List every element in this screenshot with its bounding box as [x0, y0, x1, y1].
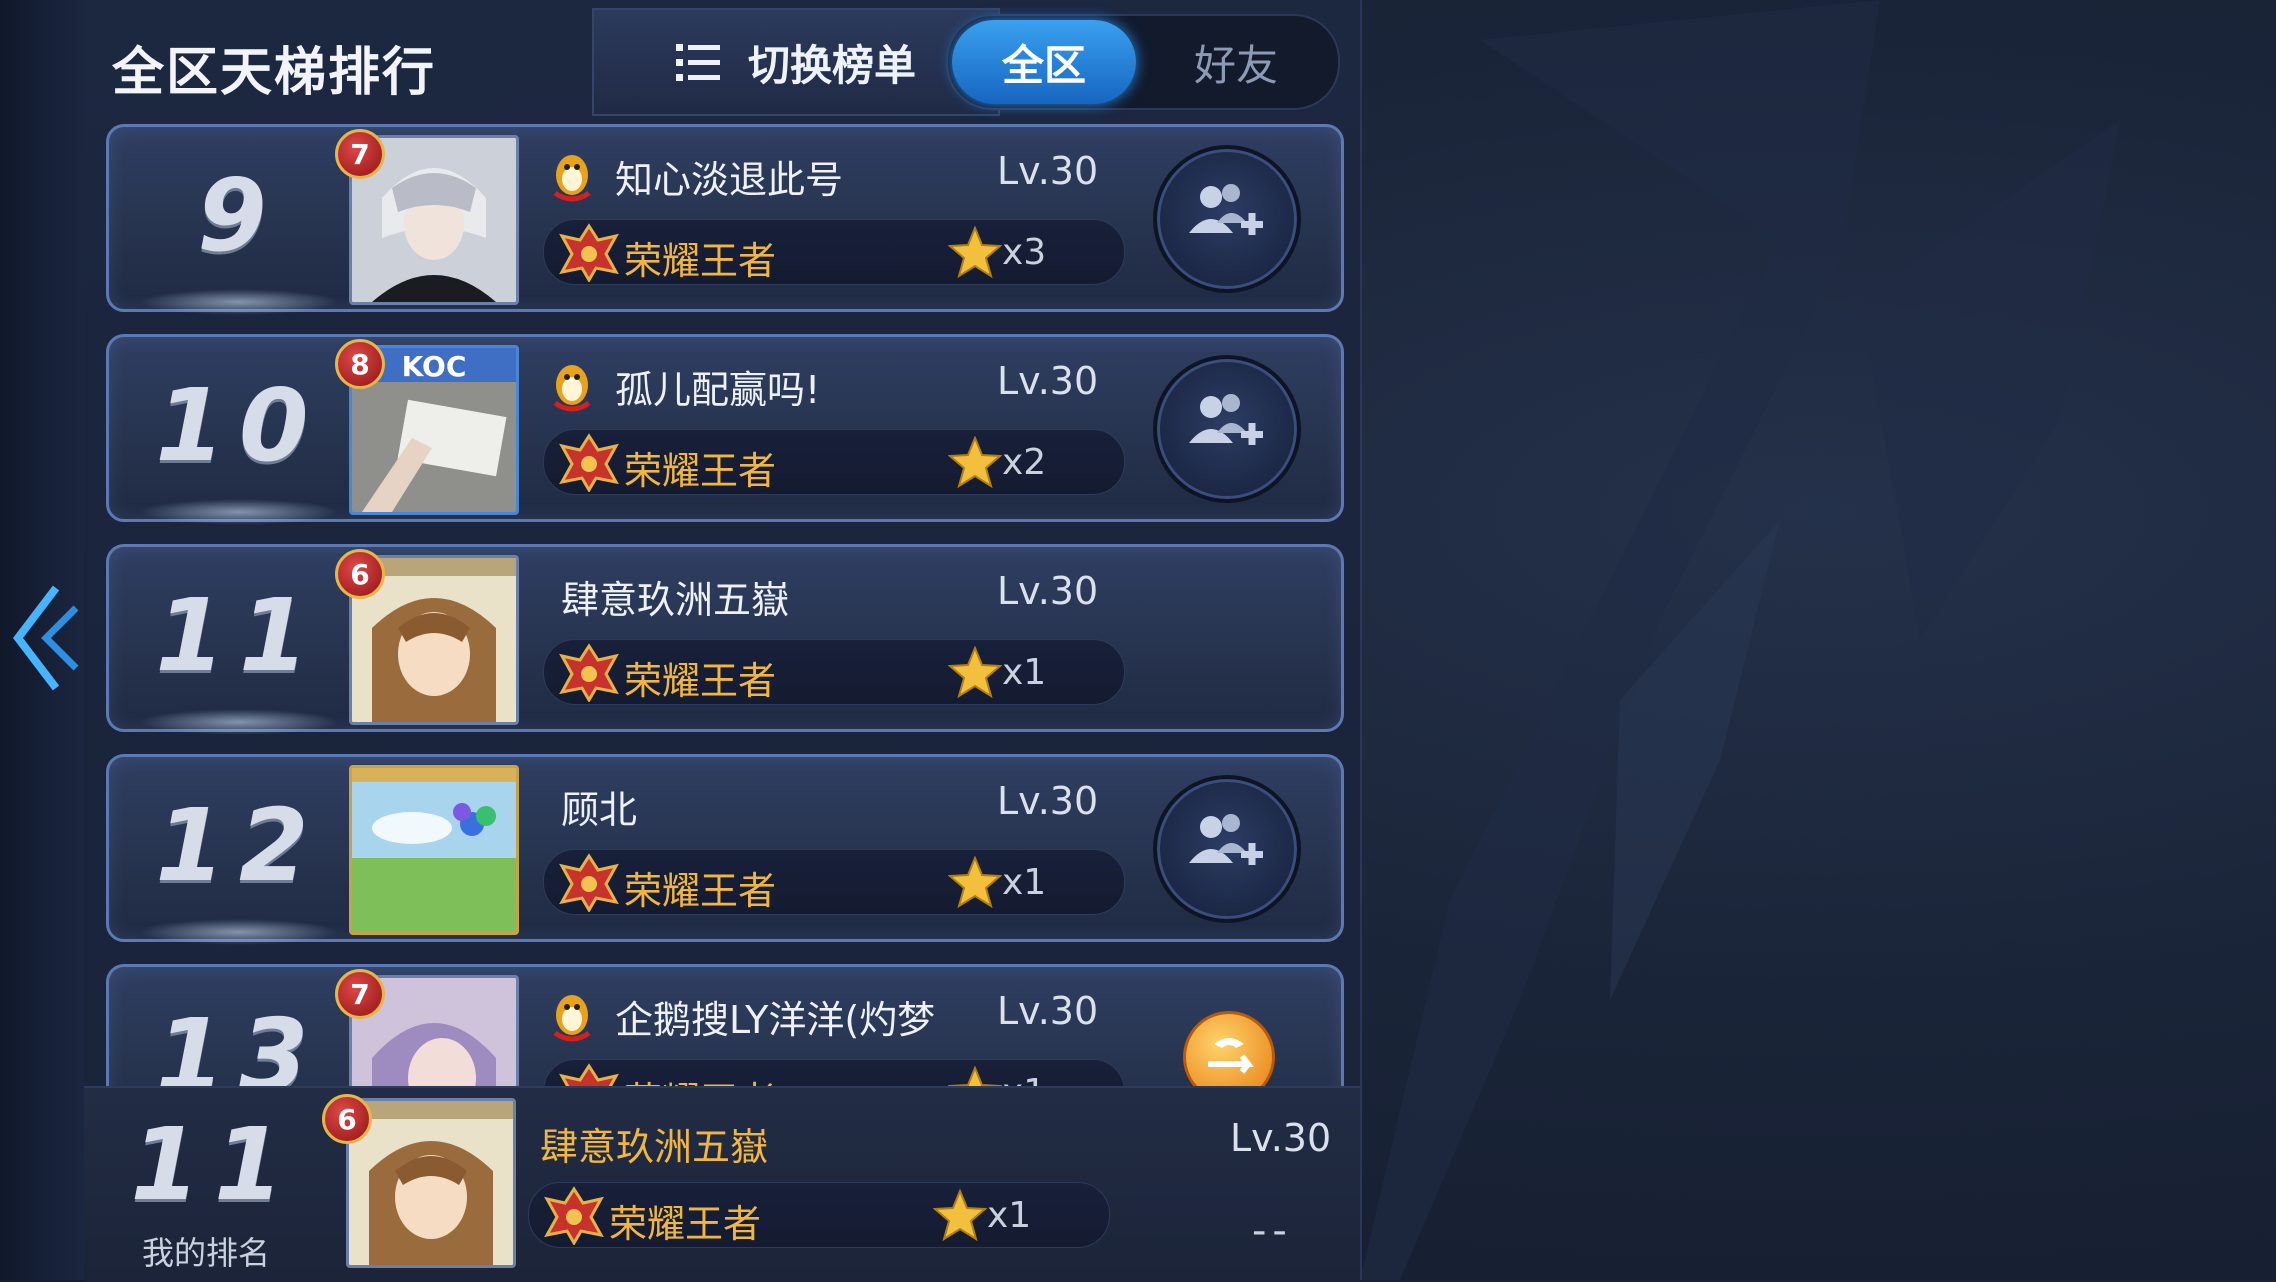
- rank-glow: [139, 919, 339, 945]
- avatar[interactable]: [349, 765, 519, 935]
- add-friend-button[interactable]: [1153, 775, 1301, 923]
- player-name: 顾北: [561, 788, 638, 832]
- scope-toggle: 全区 好友: [946, 14, 1340, 110]
- background-decoration: [1360, 0, 2120, 1280]
- rank-glow: [139, 499, 339, 525]
- tier-pill: 荣耀王者 x1: [543, 1059, 1125, 1086]
- tier-crest-icon: [559, 1063, 619, 1086]
- level-badge: 7: [335, 129, 385, 179]
- ranking-row[interactable]: 13 7 企鹅搜LY洋洋(灼梦 Lv.30: [106, 964, 1344, 1086]
- rank-number: 11: [155, 577, 323, 694]
- tier-pill: 荣耀王者 x1: [543, 639, 1125, 705]
- switch-list-label: 切换榜单: [747, 40, 916, 90]
- rank-number: 12: [155, 787, 323, 904]
- my-rank-bar: 11 我的排名 6 肆意玖洲五嶽 Lv.30 荣耀王者 x1 --: [84, 1086, 1360, 1282]
- player-level: Lv.30: [997, 149, 1099, 193]
- my-rank-number: 11: [130, 1106, 298, 1223]
- tier-pill: 荣耀王者 x3: [543, 219, 1125, 285]
- qq-icon: [553, 365, 591, 412]
- star-count: x3: [1002, 232, 1047, 273]
- gift-button[interactable]: [1183, 1011, 1275, 1086]
- rank-glow: [139, 289, 339, 315]
- add-friend-button[interactable]: [1153, 355, 1301, 503]
- tier-crest-icon: [559, 643, 619, 702]
- add-friend-icon: [1189, 394, 1263, 445]
- player-level: Lv.30: [997, 569, 1099, 613]
- ranking-list[interactable]: 9 7 知心淡退此号 Lv.30 荣耀王者 x3 10 8 KOC 孤儿配赢吗!…: [84, 124, 1360, 1086]
- player-name: 知心淡退此号: [615, 158, 844, 202]
- my-player-name: 肆意玖洲五嶽: [540, 1125, 769, 1169]
- tier-name: 荣耀王者: [624, 659, 777, 703]
- rank-glow: [139, 709, 339, 735]
- level-badge: 7: [335, 969, 385, 1019]
- star-icon: [948, 856, 1002, 908]
- tier-pill: 荣耀王者 x1: [528, 1182, 1110, 1248]
- tier-name: 荣耀王者: [624, 449, 777, 493]
- tier-crest-icon: [544, 1186, 604, 1245]
- tab-friends[interactable]: 好友: [1144, 20, 1328, 104]
- player-level: Lv.30: [997, 989, 1099, 1033]
- player-name: 孤儿配赢吗!: [615, 368, 821, 412]
- rank-number: 9: [197, 157, 281, 274]
- level-badge: 6: [335, 549, 385, 599]
- tier-pill: 荣耀王者 x1: [543, 849, 1125, 915]
- tier-name: 荣耀王者: [609, 1202, 762, 1246]
- star-count: x2: [1002, 442, 1047, 483]
- add-friend-button[interactable]: [1153, 145, 1301, 293]
- my-player-level: Lv.30: [1230, 1116, 1332, 1160]
- star-count: x1: [1002, 862, 1047, 903]
- gift-arrow-icon: [1208, 1038, 1254, 1074]
- tier-name: 荣耀王者: [624, 869, 777, 913]
- player-name: 企鹅搜LY洋洋(灼梦: [615, 998, 936, 1042]
- back-chevron-icon[interactable]: [10, 578, 80, 698]
- star-icon: [948, 646, 1002, 698]
- level-badge: 8: [335, 339, 385, 389]
- star-icon: [948, 436, 1002, 488]
- ranking-row[interactable]: 9 7 知心淡退此号 Lv.30 荣耀王者 x3: [106, 124, 1344, 315]
- ranking-row[interactable]: 11 6 肆意玖洲五嶽 Lv.30 荣耀王者 x1: [106, 544, 1344, 735]
- tier-crest-icon: [559, 223, 619, 282]
- tier-pill: 荣耀王者 x2: [543, 429, 1125, 495]
- my-rank-label: 我的排名: [142, 1234, 271, 1272]
- player-level: Lv.30: [997, 359, 1099, 403]
- star-count: x1: [1002, 1072, 1046, 1086]
- tier-name: 荣耀王者: [624, 1070, 776, 1086]
- ranking-row[interactable]: 12 顾北 Lv.30 荣耀王者 x1: [106, 754, 1344, 945]
- player-level: Lv.30: [997, 779, 1099, 823]
- qq-icon: [553, 155, 591, 202]
- rank-number: 10: [155, 367, 323, 484]
- star-count: x1: [987, 1195, 1032, 1236]
- qq-icon: [553, 995, 591, 1042]
- list-icon: [675, 44, 720, 81]
- add-friend-icon: [1189, 184, 1263, 235]
- ranking-row[interactable]: 10 8 KOC 孤儿配赢吗! Lv.30 荣耀王者 x2: [106, 334, 1344, 525]
- svg-text:KOC: KOC: [402, 350, 467, 383]
- star-count: x1: [1002, 652, 1047, 693]
- star-icon: [933, 1189, 987, 1241]
- star-icon: [948, 226, 1002, 278]
- star-icon: [948, 1066, 1002, 1086]
- level-badge: 6: [322, 1094, 372, 1144]
- player-name: 肆意玖洲五嶽: [561, 578, 790, 622]
- tier-crest-icon: [559, 853, 619, 912]
- tier-name: 荣耀王者: [624, 239, 777, 283]
- my-rank-dash: --: [1252, 1208, 1293, 1254]
- switch-list-button[interactable]: 切换榜单: [592, 8, 1000, 116]
- tab-all-region[interactable]: 全区: [952, 20, 1136, 104]
- add-friend-icon: [1189, 814, 1263, 865]
- tier-crest-icon: [559, 433, 619, 492]
- rank-number: 13: [155, 997, 323, 1086]
- page-title: 全区天梯排行: [112, 43, 437, 103]
